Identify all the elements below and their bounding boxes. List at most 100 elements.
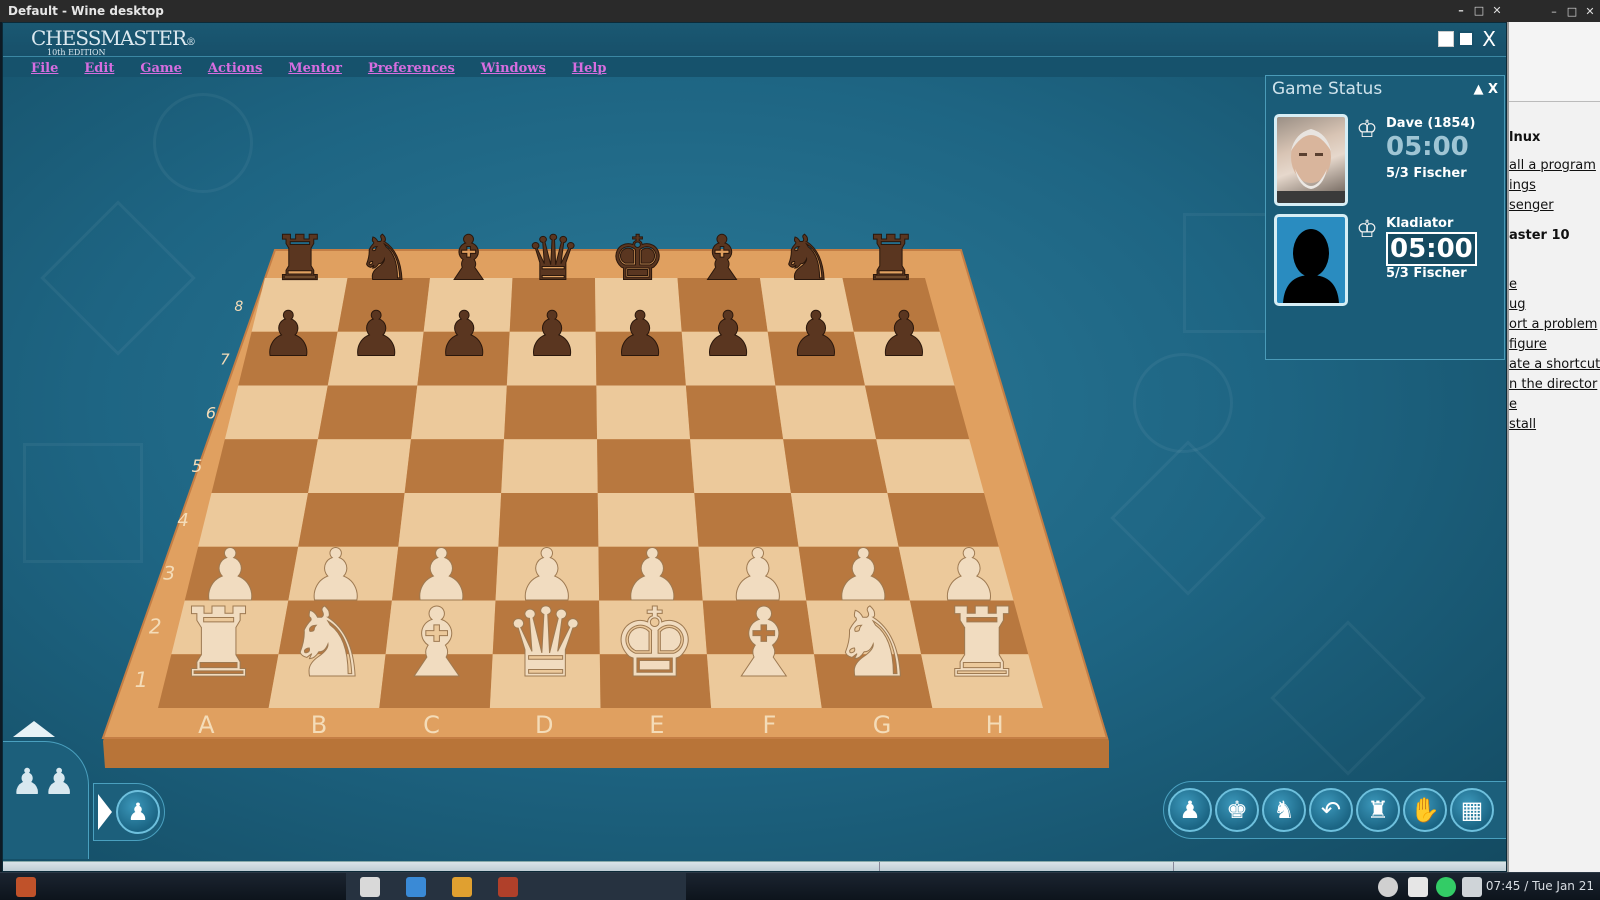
- app-minimize-button[interactable]: [1438, 31, 1455, 47]
- chess-piece[interactable]: ♝: [720, 586, 807, 699]
- kings-button-icon[interactable]: ♚: [1215, 788, 1259, 832]
- menu-actions[interactable]: Actions: [195, 59, 275, 79]
- board-square[interactable]: [224, 385, 328, 440]
- board-square[interactable]: [308, 439, 411, 493]
- board-square[interactable]: [783, 439, 888, 493]
- menu-preferences[interactable]: Preferences: [355, 59, 468, 79]
- board-button-icon[interactable]: ▦: [1450, 788, 1494, 832]
- chess-piece[interactable]: ♟: [788, 297, 845, 371]
- chess-piece[interactable]: ♞: [284, 586, 371, 699]
- player-2-name: Kladiator: [1386, 216, 1454, 231]
- chess-piece[interactable]: ♜: [938, 586, 1025, 699]
- board-square[interactable]: [864, 385, 970, 440]
- board-square[interactable]: [685, 385, 784, 440]
- file-label: D: [535, 711, 553, 739]
- pawn-icon[interactable]: ♟: [116, 790, 160, 834]
- game-status-controls[interactable]: ▲ X: [1473, 82, 1498, 97]
- chess-piece[interactable]: ♞: [778, 221, 835, 295]
- app-restore-button[interactable]: [1458, 31, 1475, 47]
- side-panel-item[interactable]: stall: [1509, 417, 1536, 432]
- messenger-icon[interactable]: [1436, 877, 1456, 897]
- board-square[interactable]: [597, 439, 695, 493]
- hand-button-icon[interactable]: ✋: [1403, 788, 1447, 832]
- undo-button-icon[interactable]: ↶: [1309, 788, 1353, 832]
- board-square[interactable]: [596, 385, 691, 440]
- chess-piece[interactable]: ♞: [356, 221, 413, 295]
- chess-piece[interactable]: ♚: [609, 221, 666, 295]
- mentor-button-icon[interactable]: ♞: [1262, 788, 1306, 832]
- side-panel-item[interactable]: ort a problem: [1509, 317, 1597, 332]
- menu-mentor[interactable]: Mentor: [275, 59, 355, 79]
- side-panel-item[interactable]: n the director: [1509, 377, 1597, 392]
- board-square[interactable]: [775, 385, 877, 440]
- wine-app-icon[interactable]: [498, 877, 518, 897]
- chess-piece[interactable]: ♝: [440, 221, 497, 295]
- chessboard[interactable]: 87654321A B C D E F G H♜ ♞ ♝ ♛ ♚ ♝ ♞ ♜♟ ♟ ♟ ♟ ♟ ♟ ♟ ♟♟ ♟ ♟ ♟ ♟ ♟ ♟ ♟…: [3, 78, 1243, 868]
- player-2-avatar: [1274, 214, 1348, 306]
- side-panel-item[interactable]: all a program: [1509, 158, 1596, 173]
- board-square[interactable]: [317, 385, 418, 440]
- chess-piece[interactable]: ♟: [612, 297, 669, 371]
- clipboard-icon[interactable]: [1408, 877, 1428, 897]
- board-square[interactable]: [876, 439, 984, 493]
- side-panel-item[interactable]: e: [1509, 277, 1517, 292]
- chess-piece[interactable]: ♟: [524, 297, 581, 371]
- side-panel-item[interactable]: ug: [1509, 297, 1526, 312]
- chess-piece[interactable]: ♟: [700, 297, 757, 371]
- menu-game[interactable]: Game: [127, 59, 195, 79]
- rank-label: 6: [206, 403, 216, 422]
- board-square[interactable]: [211, 439, 318, 493]
- menu-edit[interactable]: Edit: [71, 59, 127, 79]
- captured-pieces-panel: ♟ ♟: [3, 741, 89, 859]
- chess-piece[interactable]: ♜: [863, 221, 920, 295]
- minimize-button[interactable]: –: [1455, 0, 1467, 22]
- maximize-button[interactable]: □: [1473, 0, 1485, 22]
- chess-piece[interactable]: ♚: [611, 586, 698, 699]
- pawn-menu-button[interactable]: ♟: [93, 783, 165, 841]
- board-square[interactable]: [501, 439, 598, 493]
- chess-piece[interactable]: ♟: [348, 297, 405, 371]
- player-2-silhouette: [1283, 229, 1339, 303]
- side-panel-item[interactable]: senger: [1509, 198, 1554, 213]
- chess-piece[interactable]: ♟: [876, 297, 933, 371]
- side-panel-item[interactable]: ate a shortcut: [1509, 357, 1600, 372]
- menu-windows[interactable]: Windows: [468, 59, 559, 79]
- expand-up-icon[interactable]: [13, 721, 55, 739]
- side-panel-item[interactable]: figure: [1509, 337, 1547, 352]
- chess-piece[interactable]: ♛: [525, 221, 582, 295]
- chess-piece[interactable]: ♜: [272, 221, 329, 295]
- chess-piece[interactable]: ♝: [694, 221, 751, 295]
- board-square[interactable]: [404, 439, 505, 493]
- chess-piece[interactable]: ♟: [436, 297, 493, 371]
- chess-piece[interactable]: ♞: [829, 586, 916, 699]
- volume-icon[interactable]: [1378, 877, 1398, 897]
- close-button[interactable]: ✕: [1491, 0, 1503, 22]
- pawn-button-icon[interactable]: ♟: [1168, 788, 1212, 832]
- windows-app-icon[interactable]: [406, 877, 426, 897]
- board-square[interactable]: [410, 385, 507, 440]
- player-1-portrait: [1277, 129, 1345, 203]
- calendar-app-icon[interactable]: [360, 877, 380, 897]
- side-panel-item[interactable]: ings: [1509, 178, 1536, 193]
- chess-piece[interactable]: ♛: [502, 586, 589, 699]
- player-1-card: ♔ Dave (1854) 05:00 5/3 Fischer: [1274, 114, 1502, 209]
- pen-icon[interactable]: [1462, 877, 1482, 897]
- menu-help[interactable]: Help: [559, 59, 620, 79]
- side-maximize-button[interactable]: □: [1566, 5, 1578, 18]
- board-square[interactable]: [690, 439, 791, 493]
- menu-file[interactable]: File: [18, 59, 71, 79]
- app-status-bar: [3, 861, 1506, 871]
- board-square[interactable]: [504, 385, 598, 440]
- windows-app-icon[interactable]: [452, 877, 472, 897]
- app-close-button[interactable]: X: [1482, 29, 1496, 49]
- logo-edition: 10th EDITION: [47, 48, 106, 57]
- chess-piece[interactable]: ♜: [175, 586, 262, 699]
- side-minimize-button[interactable]: –: [1548, 5, 1560, 18]
- moves-button-icon[interactable]: ♜: [1356, 788, 1400, 832]
- chess-piece[interactable]: ♝: [393, 586, 480, 699]
- side-close-button[interactable]: ✕: [1584, 5, 1596, 18]
- player-1-format: 5/3 Fischer: [1386, 166, 1467, 181]
- start-menu-icon[interactable]: [16, 877, 36, 897]
- chess-piece[interactable]: ♟: [260, 297, 317, 371]
- side-panel-item[interactable]: e: [1509, 397, 1517, 412]
